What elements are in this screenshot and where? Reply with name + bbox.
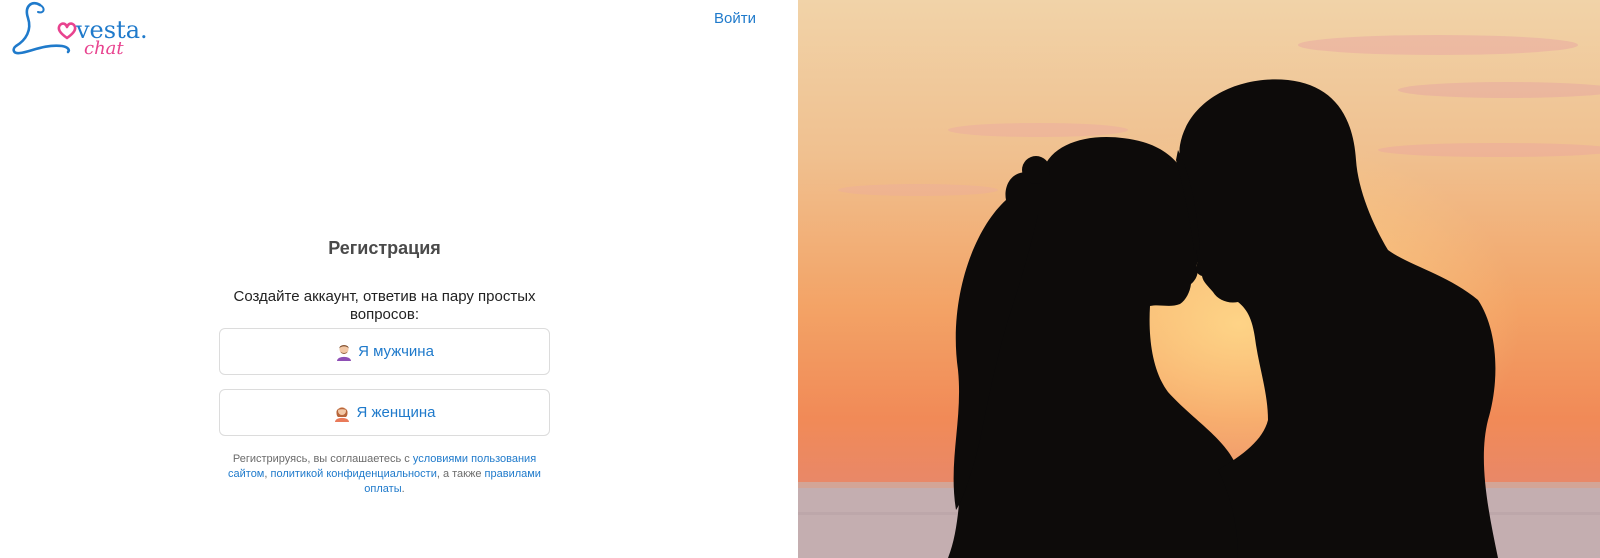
man-option-label: Я мужчина — [358, 343, 434, 360]
brand-logo[interactable]: vesta. chat — [10, 0, 160, 62]
page-title: Регистрация — [328, 238, 441, 258]
i-am-man-button[interactable]: Я мужчина — [219, 328, 550, 375]
registration-subtitle: Создайте аккаунт, ответив на пару просты… — [233, 288, 536, 323]
legal-notice: Регистрируясь, вы соглашаетесь с условия… — [228, 453, 541, 495]
svg-text:chat: chat — [84, 38, 124, 59]
woman-emoji-icon — [333, 404, 351, 422]
privacy-link[interactable]: политикой конфиденциальности — [271, 468, 437, 480]
man-emoji-icon — [335, 343, 353, 361]
woman-option-label: Я женщина — [356, 404, 436, 421]
sunset-couple-silhouette — [798, 0, 1600, 558]
registration-panel: vesta. chat Войти Регистрация Создайте а… — [0, 0, 798, 558]
registration-form: Регистрация Создайте аккаунт, ответив на… — [219, 236, 550, 497]
hero-image — [798, 0, 1600, 558]
login-link[interactable]: Войти — [714, 10, 756, 27]
i-am-woman-button[interactable]: Я женщина — [219, 389, 550, 436]
